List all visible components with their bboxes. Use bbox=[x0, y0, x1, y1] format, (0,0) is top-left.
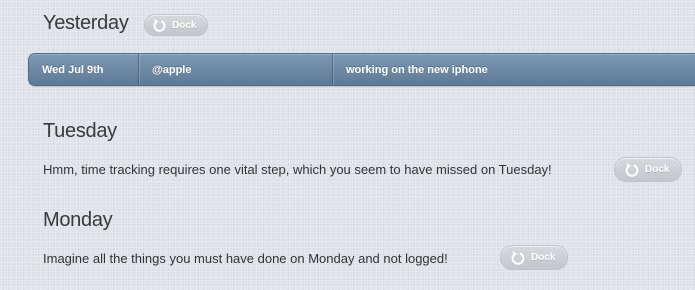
day-heading-yesterday: Yesterday bbox=[43, 12, 129, 34]
undo-arrow-icon bbox=[625, 163, 639, 177]
undo-arrow-icon bbox=[153, 19, 166, 32]
dock-button-label: Dock bbox=[172, 19, 197, 31]
day-heading-tuesday: Tuesday bbox=[43, 120, 117, 142]
time-entry-row[interactable]: Wed Jul 9th @apple working on the new ip… bbox=[28, 53, 695, 86]
dock-button-monday[interactable]: Dock bbox=[500, 245, 569, 270]
dock-button-label: Dock bbox=[531, 252, 556, 263]
entry-description[interactable]: working on the new iphone bbox=[333, 54, 695, 85]
entry-date[interactable]: Wed Jul 9th bbox=[29, 54, 139, 85]
dock-button-label: Dock bbox=[645, 164, 670, 175]
undo-arrow-icon bbox=[511, 251, 525, 265]
missed-day-message-tuesday: Hmm, time tracking requires one vital st… bbox=[43, 162, 552, 177]
dock-button-yesterday[interactable]: Dock bbox=[144, 14, 209, 36]
missed-day-message-monday: Imagine all the things you must have don… bbox=[43, 251, 448, 266]
dock-button-tuesday[interactable]: Dock bbox=[614, 157, 683, 182]
entry-project[interactable]: @apple bbox=[139, 54, 333, 85]
day-heading-monday: Monday bbox=[43, 209, 113, 231]
